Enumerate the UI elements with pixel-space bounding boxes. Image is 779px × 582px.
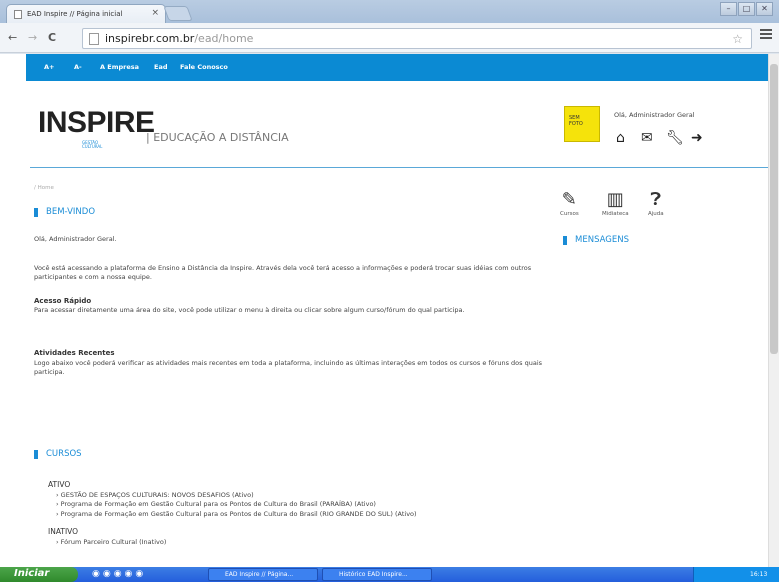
tab-title: EAD Inspire // Página inicial xyxy=(27,10,123,18)
site-tagline: | EDUCAÇÃO A DISTÂNCIA xyxy=(146,131,289,144)
minimize-button[interactable]: – xyxy=(720,2,737,16)
tab-strip: EAD Inspire // Página inicial × – □ ✕ xyxy=(0,0,779,23)
courses-title: CURSOS xyxy=(34,450,82,459)
reload-icon[interactable]: C xyxy=(48,31,56,44)
active-group-label: ATIVO xyxy=(48,480,71,489)
quick-link-ajuda[interactable]: ❓︎ Ajuda xyxy=(648,189,664,217)
quick-link-cursos[interactable]: ✎ Cursos xyxy=(560,189,579,217)
page-favicon-icon xyxy=(14,10,22,19)
windows-taskbar: Iniciar ◉◉◉◉◉ EAD Inspire // Página... H… xyxy=(0,567,779,582)
forward-arrow-icon[interactable]: → xyxy=(28,31,37,44)
bookmark-star-icon[interactable]: ☆ xyxy=(732,32,743,46)
quick-access-text: Para acessar diretamente uma área do sit… xyxy=(34,306,465,314)
taskbar-item-ead-inspire[interactable]: EAD Inspire // Página... xyxy=(208,568,318,581)
page-icon xyxy=(89,33,99,45)
list-item[interactable]: › Fórum Parceiro Cultural (Inativo) xyxy=(48,538,417,548)
address-bar[interactable]: inspirebr.com.br/ead/home ☆ xyxy=(82,28,752,49)
url-host: inspirebr.com.br xyxy=(105,32,195,45)
recent-activity-text: Logo abaixo você poderá verificar as ati… xyxy=(34,359,543,376)
inspire-logo[interactable]: INSPIRE xyxy=(38,106,155,140)
tab-close-icon[interactable]: × xyxy=(151,8,159,18)
font-decrease-link[interactable]: A- xyxy=(74,63,82,71)
logo-subtitle: GESTÃO CULTURAL xyxy=(82,140,103,149)
edit-note-icon: ✎ xyxy=(561,189,577,210)
course-list: ATIVO › GESTÃO DE ESPAÇOS CULTURAIS: NOV… xyxy=(48,480,417,547)
browser-toolbar: ← → C inspirebr.com.br/ead/home ☆ xyxy=(0,23,779,53)
welcome-intro: Você está acessando a plataforma de Ensi… xyxy=(34,264,532,281)
wrench-icon[interactable]: 🔧︎ xyxy=(666,130,691,146)
quick-link-midiateca[interactable]: ▥ Midiateca xyxy=(602,189,629,217)
url-path: /ead/home xyxy=(194,32,254,45)
maximize-button[interactable]: □ xyxy=(738,2,755,16)
taskbar-item-historico[interactable]: Histórico EAD Inspire... xyxy=(322,568,432,581)
system-tray: 16:13 xyxy=(693,567,779,582)
recent-activity-title: Atividades Recentes xyxy=(34,349,115,357)
list-item[interactable]: › Programa de Formação em Gestão Cultura… xyxy=(48,500,417,510)
logout-arrow-icon[interactable]: ➜ xyxy=(691,130,716,146)
window-controls: – □ ✕ xyxy=(719,2,773,16)
quick-launch-icons[interactable]: ◉◉◉◉◉ xyxy=(92,569,146,579)
header-divider xyxy=(30,167,768,168)
nav-a-empresa[interactable]: A Empresa xyxy=(100,63,139,71)
messages-title: MENSAGENS xyxy=(563,236,629,245)
quick-access-title: Acesso Rápido xyxy=(34,297,92,305)
browser-tab[interactable]: EAD Inspire // Página inicial × xyxy=(6,4,166,23)
page-scrollbar[interactable] xyxy=(768,54,779,567)
site-nav-bar: A+ A- A Empresa Ead Fale Conosco xyxy=(26,54,768,81)
help-icon: ❓︎ xyxy=(650,189,662,210)
scrollbar-thumb[interactable] xyxy=(770,64,778,354)
breadcrumb[interactable]: / Home xyxy=(34,185,54,191)
books-icon: ▥ xyxy=(606,189,624,210)
list-item[interactable]: › GESTÃO DE ESPAÇOS CULTURAIS: NOVOS DES… xyxy=(48,491,417,501)
home-icon[interactable]: ⌂ xyxy=(616,130,641,146)
mail-icon[interactable]: ✉ xyxy=(641,130,666,146)
chrome-menu-icon[interactable] xyxy=(760,29,772,41)
back-arrow-icon[interactable]: ← xyxy=(8,31,17,44)
nav-ead[interactable]: Ead xyxy=(154,63,167,71)
new-tab-button[interactable] xyxy=(163,6,193,21)
welcome-title: BEM-VINDO xyxy=(34,208,95,217)
nav-fale-conosco[interactable]: Fale Conosco xyxy=(180,63,228,71)
clock: 16:13 xyxy=(750,571,768,578)
list-item[interactable]: › Programa de Formação em Gestão Cultura… xyxy=(48,510,417,520)
user-icon-bar: ⌂ ✉ 🔧︎ ➜ xyxy=(616,130,716,146)
welcome-hello: Olá, Administrador Geral. xyxy=(34,235,117,243)
close-window-button[interactable]: ✕ xyxy=(756,2,773,16)
user-greeting: Olá, Administrador Geral xyxy=(614,111,695,119)
font-increase-link[interactable]: A+ xyxy=(44,63,54,71)
avatar[interactable]: SEM FOTO xyxy=(564,106,600,142)
web-page: A+ A- A Empresa Ead Fale Conosco INSPIRE… xyxy=(0,54,768,567)
start-button[interactable]: Iniciar xyxy=(0,567,78,582)
inactive-group-label: INATIVO xyxy=(48,527,79,536)
